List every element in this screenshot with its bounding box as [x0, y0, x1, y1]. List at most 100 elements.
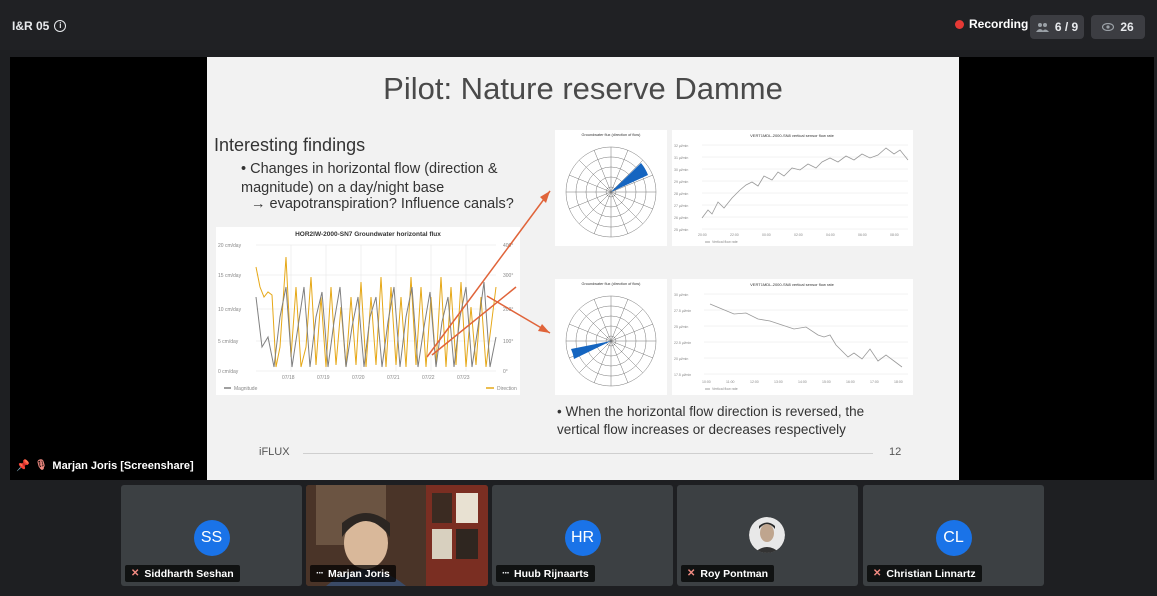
avatar: CL: [935, 520, 972, 556]
y-tick: 30 µl/min: [674, 293, 688, 297]
y-tick: 28 µl/min: [674, 192, 688, 196]
more-icon: ···: [502, 568, 510, 579]
vertical-flow-chart-top: VERT1MDL-2000-SN8 vertical sensor flow r…: [672, 130, 913, 246]
vertical-flow-series-top: [701, 147, 909, 219]
participant-tile[interactable]: SS ✕ Siddharth Seshan: [121, 485, 302, 586]
y-right-tick: 400°: [503, 243, 513, 249]
rose-chart-bottom: Groundwater flux (direction of flow): [555, 279, 667, 395]
rose-bottom-title: Groundwater flux (direction of flow): [582, 282, 642, 286]
participant-name-tag: ✕ Roy Pontman: [681, 565, 775, 582]
participant-name: Christian Linnartz: [886, 567, 976, 580]
x-tick: 07/22: [422, 375, 435, 381]
direction-series: [255, 256, 497, 368]
rose-top-title: Groundwater flux (direction of flow): [582, 133, 642, 137]
top-bar: I&R 05 i Recording 6 / 9 26: [0, 0, 1157, 50]
legend-direction: Direction: [497, 386, 517, 392]
x-tick: 16:00: [846, 380, 855, 384]
x-tick: 13:00: [774, 380, 783, 384]
y-left-tick: 20 cm/day: [218, 243, 242, 249]
x-tick: 04:00: [826, 233, 835, 237]
mic-off-icon: ✕: [687, 568, 696, 579]
x-tick: 10:00: [702, 380, 711, 384]
people-icon: [1035, 23, 1049, 32]
participant-name-tag: ✕ Siddharth Seshan: [125, 565, 240, 582]
y-tick: 20 µl/min: [674, 357, 688, 361]
y-tick: 26 µl/min: [674, 216, 688, 220]
x-tick: 07/18: [282, 375, 295, 381]
x-tick: 08:00: [890, 233, 899, 237]
x-tick: 02:00: [794, 233, 803, 237]
avatar: SS: [193, 520, 230, 556]
presentation-slide: Pilot: Nature reserve Damme Interesting …: [207, 57, 959, 480]
bottom-bullet: • When the horizontal flow direction is …: [557, 404, 865, 437]
x-tick: 07/23: [457, 375, 470, 381]
x-tick: 07/20: [352, 375, 365, 381]
participant-tile[interactable]: ✕ Roy Pontman: [677, 485, 858, 586]
presenter-label: 📌 🎙 Marjan Joris [Screenshare]: [16, 459, 194, 473]
findings-bullet: • Changes in horizontal flow (direction …: [241, 161, 498, 196]
y-left-tick: 15 cm/day: [218, 273, 242, 279]
vertical-flow-chart-bottom: VERT1MDL-2000-SN8 vertical sensor flow r…: [672, 279, 913, 395]
y-tick: 32 µl/min: [674, 144, 688, 148]
y-tick: 25 µl/min: [674, 325, 688, 329]
x-tick: 22:00: [730, 233, 739, 237]
findings-heading: Interesting findings: [214, 135, 366, 155]
x-tick: 14:00: [798, 380, 807, 384]
participant-tile[interactable]: CL ✕ Christian Linnartz: [863, 485, 1044, 586]
y-right-tick: 200°: [503, 307, 513, 313]
recording-dot-icon: [955, 19, 964, 29]
x-tick: 06:00: [858, 233, 867, 237]
line-bottom-legend: Vertical flow rate: [712, 387, 738, 391]
avatar: [749, 517, 785, 553]
y-right-tick: 100°: [503, 339, 513, 345]
legend-magnitude: Magnitude: [234, 386, 258, 392]
y-tick: 29 µl/min: [674, 180, 688, 184]
viewers-count: 26: [1120, 20, 1134, 34]
y-tick: 27 µl/min: [674, 204, 688, 208]
slide-title: Pilot: Nature reserve Damme: [383, 71, 783, 106]
line-top-legend: Vertical flow rate: [712, 240, 738, 244]
participant-name: Huub Rijnaarts: [514, 567, 589, 580]
participant-name: Roy Pontman: [700, 567, 769, 580]
participant-name: Marjan Joris: [328, 567, 390, 580]
y-left-tick: 10 cm/day: [218, 307, 242, 313]
participants-count: 6 / 9: [1054, 20, 1079, 34]
y-left-tick: 5 cm/day: [218, 339, 239, 345]
vertical-flow-series-bottom: [709, 303, 903, 368]
y-right-tick: 300°: [503, 273, 513, 279]
participant-name-tag: ✕ Christian Linnartz: [867, 565, 982, 582]
eye-icon: [1102, 23, 1115, 31]
footer-divider: [303, 453, 873, 454]
more-icon: ···: [316, 568, 324, 579]
x-tick: 17:00: [870, 380, 879, 384]
recording-label: Recording: [969, 17, 1029, 31]
participant-tile[interactable]: HR ··· Huub Rijnaarts: [492, 485, 673, 586]
x-tick: 00:00: [762, 233, 771, 237]
mic-off-icon: ✕: [873, 568, 882, 579]
rose-chart-top: Groundwater flux (direction of flow): [555, 130, 667, 246]
main-chart-title: HOR2IW-2000-SN7 Groundwater horizontal f…: [295, 231, 441, 238]
y-tick: 31 µl/min: [674, 156, 688, 160]
avatar: HR: [564, 520, 601, 556]
pin-icon[interactable]: 📌: [16, 459, 30, 472]
viewers-button[interactable]: 26: [1091, 15, 1145, 39]
line-bottom-title: VERT1MDL-2000-SN8 vertical sensor flow r…: [750, 282, 835, 287]
info-icon[interactable]: i: [54, 20, 67, 32]
mic-off-icon: ✕: [131, 568, 140, 579]
y-right-tick: 0°: [503, 369, 508, 375]
mic-off-icon: 🎙: [34, 460, 48, 471]
x-tick: 20:00: [698, 233, 707, 237]
meeting-title-text: I&R 05: [12, 19, 50, 33]
participants-button[interactable]: 6 / 9: [1030, 15, 1084, 39]
horizontal-flux-chart: HOR2IW-2000-SN7 Groundwater horizontal f…: [216, 227, 520, 395]
slide-page-number: 12: [889, 446, 902, 458]
x-tick: 11:00: [726, 380, 735, 384]
y-tick: 22.5 µl/min: [674, 341, 691, 345]
participant-name-tag: ··· Marjan Joris: [310, 565, 396, 582]
participant-name-tag: ··· Huub Rijnaarts: [496, 565, 595, 582]
participant-name: Siddharth Seshan: [144, 567, 234, 580]
participant-tile-video[interactable]: ··· Marjan Joris: [306, 485, 488, 586]
y-tick: 27.5 µl/min: [674, 309, 691, 313]
meeting-title[interactable]: I&R 05 i: [12, 19, 67, 33]
x-tick: 18:00: [894, 380, 903, 384]
